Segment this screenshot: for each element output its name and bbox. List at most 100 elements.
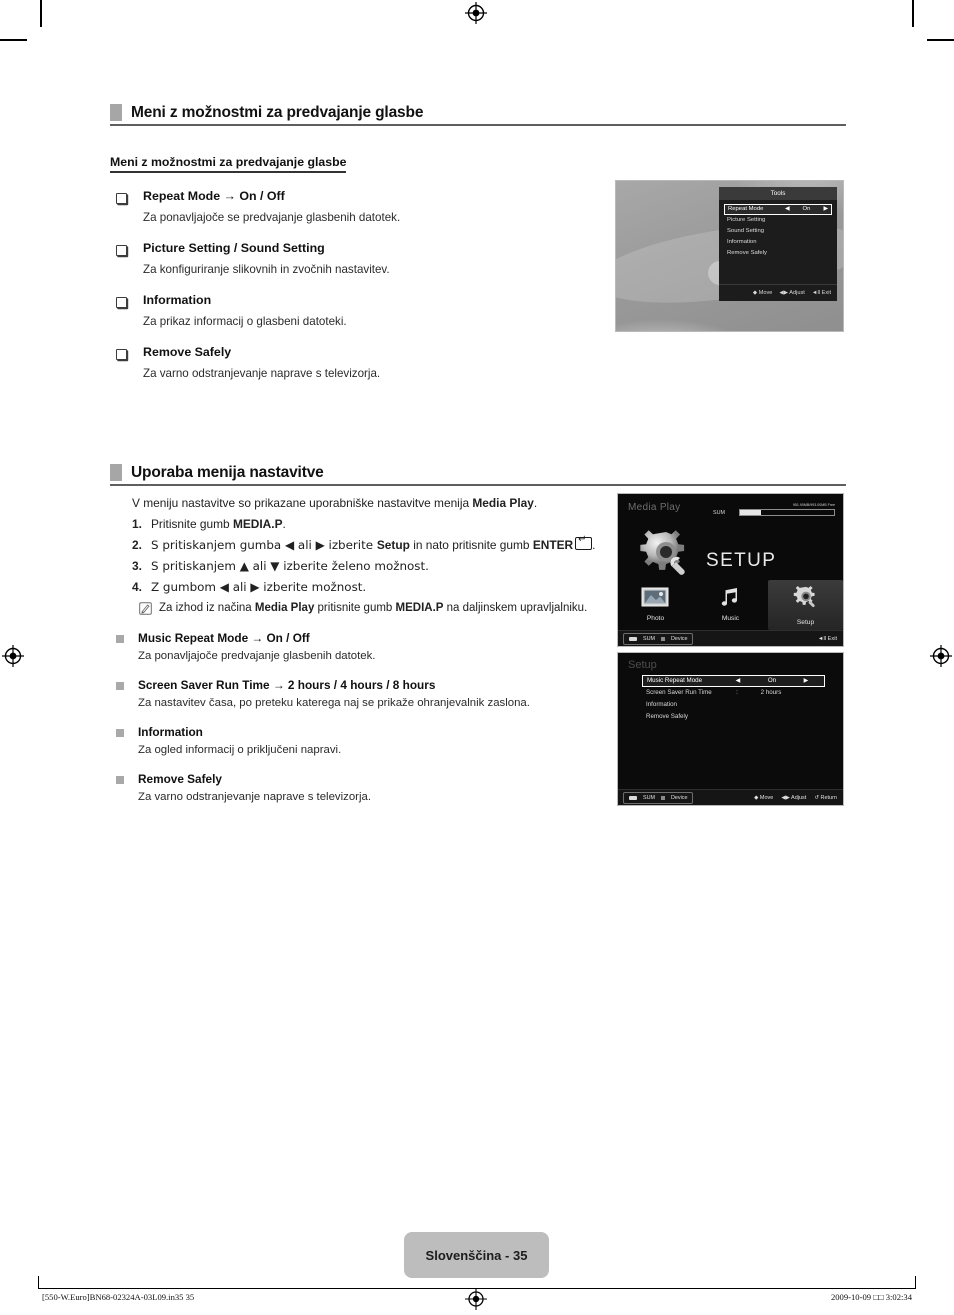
step-text-pre: S pritiskanjem gumba ◀ ali ▶ izberite xyxy=(151,538,377,552)
media-tile-label: Setup xyxy=(796,619,815,626)
device-label: Device xyxy=(670,794,688,801)
intro-bold: Media Play xyxy=(472,496,534,510)
heading-accent-bar xyxy=(110,104,122,121)
row-label: Information xyxy=(646,701,677,708)
step-text-post: . xyxy=(592,538,596,552)
screenshot-media-play-setup: Media Play SUM 951.90MB/993.00MB Free SE… xyxy=(617,493,844,647)
setup-row-music-repeat-mode[interactable]: Music Repeat Mode ◀ On ▶ xyxy=(642,675,825,687)
right-arrow-icon[interactable]: ▶ xyxy=(823,204,828,215)
section-heading-music-options: Meni z možnostmi za predvajanje glasbe xyxy=(110,104,846,126)
hollow-square-bullet-icon xyxy=(116,193,127,204)
note-mid: pritisnite gumb xyxy=(314,602,396,614)
row-label: Sound Setting xyxy=(727,228,765,234)
note-text: Za izhod iz načina Media Play pritisnite… xyxy=(159,601,587,616)
memory-free-text: 951.90MB/993.00MB Free xyxy=(792,503,835,507)
device-indicator[interactable]: SUM Device xyxy=(623,791,694,804)
step-number: 3. xyxy=(132,559,142,573)
tools-row-list: Repeat Mode ◀ On ▶ Picture Setting Sound… xyxy=(719,200,837,259)
filled-square-bullet-icon xyxy=(116,776,124,784)
photo-icon xyxy=(641,587,671,612)
footer-hint-adjust: ◀▶ Adjust xyxy=(781,794,807,801)
media-play-icon-row: Photo Music Setup xyxy=(618,580,843,630)
tools-overlay-panel: Tools Repeat Mode ◀ On ▶ Picture Setting… xyxy=(719,187,837,301)
filled-square-bullet-icon xyxy=(116,635,124,643)
usb-icon xyxy=(629,636,637,641)
media-tile-photo[interactable]: Photo xyxy=(618,580,693,630)
footer-tick-left xyxy=(38,1276,39,1288)
setup-row-screen-saver-run-time[interactable]: Screen Saver Run Time : 2 hours xyxy=(642,687,825,699)
setup-row-list: Music Repeat Mode ◀ On ▶ Screen Saver Ru… xyxy=(642,675,825,723)
footer-tick-right xyxy=(915,1276,916,1288)
row-label: Remove Safely xyxy=(727,250,767,256)
footer-hint-move: ◆ Move xyxy=(752,290,773,296)
row-value: On xyxy=(767,677,777,684)
option-desc: Za varno odstranjevanje naprave s televi… xyxy=(143,367,381,380)
step-text-bold: Setup xyxy=(376,538,410,552)
row-label: Picture Setting xyxy=(727,217,766,223)
media-play-title: Media Play xyxy=(628,502,681,513)
setup-key-hints: ◆ Move ◀▶ Adjust ↺ Return xyxy=(754,795,837,801)
intro-post: . xyxy=(533,496,538,510)
setup-row-information[interactable]: Information xyxy=(642,699,825,711)
row-label: Repeat Mode xyxy=(728,206,764,212)
crop-mark-top-left-h xyxy=(0,39,27,41)
option-title: Remove Safely xyxy=(143,345,232,359)
device-indicator[interactable]: SUM Device xyxy=(623,632,694,645)
heading-rule xyxy=(110,484,846,486)
setup-status-bar: SUM Device ◆ Move ◀▶ Adjust ↺ Return xyxy=(618,789,843,805)
section1-subheading: Meni z možnostmi za predvajanje glasbe xyxy=(110,155,347,173)
screenshot-setup-menu: Setup Music Repeat Mode ◀ On ▶ Screen Sa… xyxy=(617,652,844,806)
memory-device-label: SUM xyxy=(713,510,725,516)
footer-timestamp: 2009-10-09 □□ 3:02:34 xyxy=(830,1292,912,1302)
tools-row-sound-setting[interactable]: Sound Setting xyxy=(724,226,832,237)
tools-panel-title: Tools xyxy=(719,187,837,200)
footer-hint-exit: ◄Ⅱ Exit xyxy=(811,290,831,296)
step-number: 2. xyxy=(132,538,142,552)
tools-row-repeat-mode[interactable]: Repeat Mode ◀ On ▶ xyxy=(724,204,832,215)
row-label: Information xyxy=(727,239,757,245)
step-number: 4. xyxy=(132,580,142,594)
intro-pre: V meniju nastavitve so prikazane uporabn… xyxy=(132,496,473,510)
media-tile-setup[interactable]: Setup xyxy=(768,580,843,630)
row-label: Screen Saver Run Time xyxy=(646,689,712,696)
note-bold1: Media Play xyxy=(254,602,315,614)
memory-bar xyxy=(739,509,835,516)
usb-icon xyxy=(629,795,637,800)
tools-row-picture-setting[interactable]: Picture Setting xyxy=(724,215,832,226)
row-separator: : xyxy=(736,689,738,696)
device-label: Device xyxy=(670,635,688,642)
setup-row-remove-safely[interactable]: Remove Safely xyxy=(642,711,825,723)
filled-square-bullet-icon xyxy=(116,729,124,737)
media-tile-music[interactable]: Music xyxy=(693,580,768,630)
device-name: SUM xyxy=(643,635,655,642)
tools-row-information[interactable]: Information xyxy=(724,237,832,248)
step-text-mid: . xyxy=(282,517,286,531)
device-square-icon xyxy=(660,636,665,641)
note-post: na daljinskem upravljalniku. xyxy=(443,602,588,614)
crop-mark-top-right-v xyxy=(912,0,914,27)
note-pre: Za izhod iz načina xyxy=(159,602,255,614)
media-play-status-bar: SUM Device ◄Ⅱ Exit xyxy=(618,630,843,646)
page-label: Slovenščina - 35 xyxy=(425,1247,528,1263)
hollow-square-bullet-icon xyxy=(116,297,127,308)
tools-panel-footer: ◆ Move ◀▶ Adjust ◄Ⅱ Exit xyxy=(719,284,837,301)
right-arrow-icon[interactable]: ▶ xyxy=(795,675,817,687)
list-item: Remove Safely Za varno odstranjevanje na… xyxy=(110,345,846,381)
step-text-bold: MEDIA.P xyxy=(232,517,283,531)
hollow-square-bullet-icon xyxy=(116,245,127,256)
left-arrow-icon[interactable]: ◀ xyxy=(727,675,749,687)
exit-hint: ◄Ⅱ Exit xyxy=(817,635,837,642)
media-tile-label: Photo xyxy=(646,615,665,622)
footer-hint-return: ↺ Return xyxy=(814,794,837,801)
note-bold2: MEDIA.P xyxy=(395,602,444,614)
step-text-bold2: ENTER xyxy=(532,538,574,552)
registration-mark-bottom xyxy=(465,1288,487,1315)
tools-row-remove-safely[interactable]: Remove Safely xyxy=(724,248,832,259)
music-note-icon xyxy=(718,588,744,612)
screenshot-tools-menu: Tools Repeat Mode ◀ On ▶ Picture Setting… xyxy=(615,180,844,332)
enter-key-icon xyxy=(575,534,593,550)
filled-square-bullet-icon xyxy=(116,682,124,690)
section2-title: Uporaba menija nastavitve xyxy=(131,464,324,481)
crop-mark-top-left-v xyxy=(40,0,42,27)
manual-page: Meni z možnostmi za predvajanje glasbe M… xyxy=(0,0,954,1315)
